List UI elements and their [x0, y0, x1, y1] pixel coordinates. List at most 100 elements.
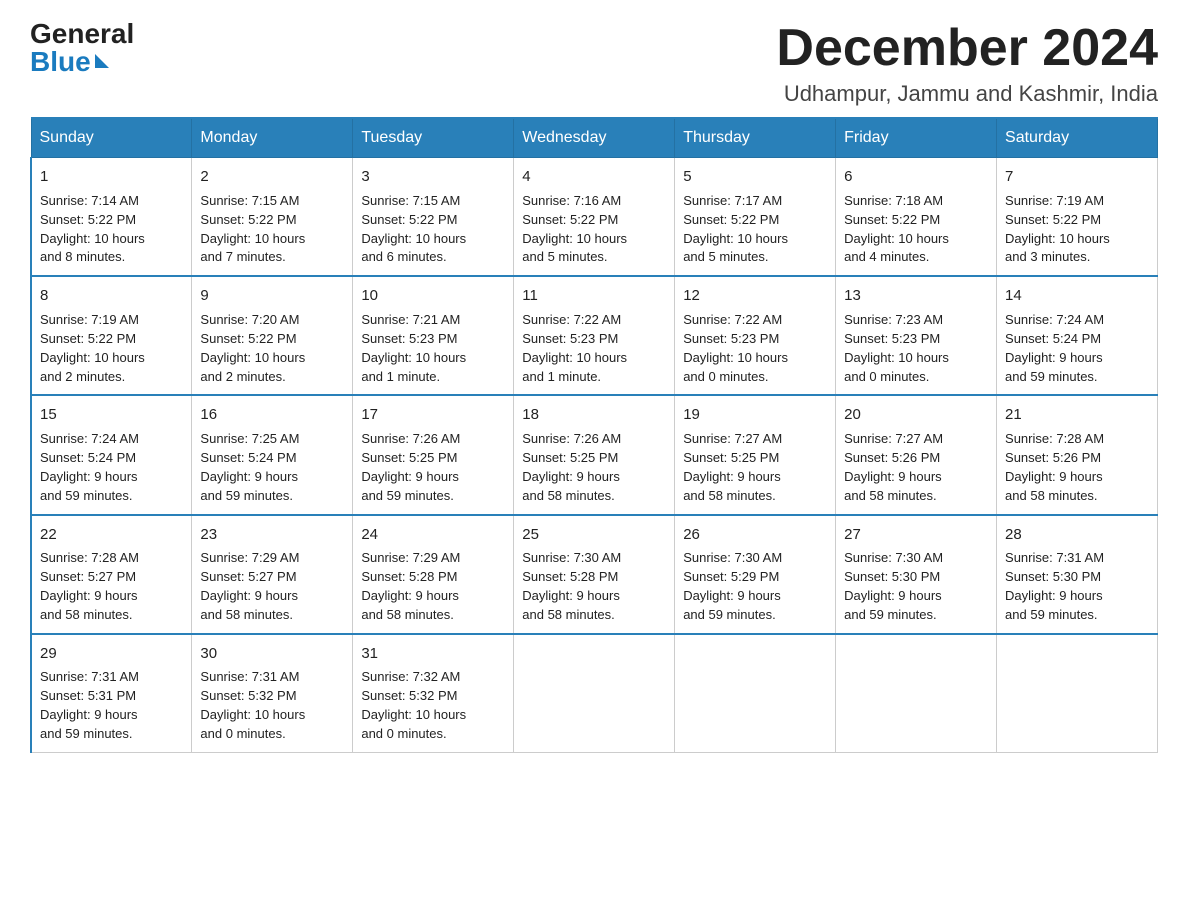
calendar-day-cell: 1 Sunrise: 7:14 AM Sunset: 5:22 PM Daylig… [31, 158, 192, 277]
day-info: Sunrise: 7:29 AM Sunset: 5:28 PM Dayligh… [361, 549, 505, 624]
day-info: Sunrise: 7:32 AM Sunset: 5:32 PM Dayligh… [361, 668, 505, 743]
day-number: 8 [40, 285, 183, 307]
day-number: 5 [683, 166, 827, 188]
calendar-day-cell [675, 634, 836, 753]
day-number: 19 [683, 404, 827, 426]
month-title: December 2024 [776, 20, 1158, 77]
day-number: 18 [522, 404, 666, 426]
day-info: Sunrise: 7:19 AM Sunset: 5:22 PM Dayligh… [40, 311, 183, 386]
calendar-day-cell: 19 Sunrise: 7:27 AM Sunset: 5:25 PM Dayli… [675, 395, 836, 514]
calendar-day-cell: 22Sunrise: 7:28 AM Sunset: 5:27 PM Dayli… [31, 515, 192, 634]
day-number: 11 [522, 285, 666, 307]
day-number: 10 [361, 285, 505, 307]
day-info: Sunrise: 7:26 AM Sunset: 5:25 PM Dayligh… [361, 430, 505, 505]
logo: General Blue [30, 20, 134, 76]
calendar-day-cell: 3Sunrise: 7:15 AM Sunset: 5:22 PM Daylig… [353, 158, 514, 277]
calendar-day-cell: 26 Sunrise: 7:30 AM Sunset: 5:29 PM Dayli… [675, 515, 836, 634]
day-info: Sunrise: 7:19 AM Sunset: 5:22 PM Dayligh… [1005, 192, 1149, 267]
day-number: 9 [200, 285, 344, 307]
calendar-day-cell: 13Sunrise: 7:23 AM Sunset: 5:23 PM Dayli… [836, 276, 997, 395]
day-info: Sunrise: 7:27 AM Sunset: 5:26 PM Dayligh… [844, 430, 988, 505]
calendar-day-cell: 30Sunrise: 7:31 AM Sunset: 5:32 PM Dayli… [192, 634, 353, 753]
day-info: Sunrise: 7:24 AM Sunset: 5:24 PM Dayligh… [1005, 311, 1149, 386]
day-number: 2 [200, 166, 344, 188]
day-info: Sunrise: 7:16 AM Sunset: 5:22 PM Dayligh… [522, 192, 666, 267]
page-header: General Blue December 2024 Udhampur, Jam… [30, 20, 1158, 107]
calendar-day-cell: 8 Sunrise: 7:19 AM Sunset: 5:22 PM Daylig… [31, 276, 192, 395]
day-info: Sunrise: 7:24 AM Sunset: 5:24 PM Dayligh… [40, 430, 183, 505]
day-info: Sunrise: 7:26 AM Sunset: 5:25 PM Dayligh… [522, 430, 666, 505]
calendar-day-cell: 25 Sunrise: 7:30 AM Sunset: 5:28 PM Dayli… [514, 515, 675, 634]
calendar-day-cell: 24 Sunrise: 7:29 AM Sunset: 5:28 PM Dayli… [353, 515, 514, 634]
day-number: 22 [40, 524, 183, 546]
day-number: 29 [40, 643, 183, 665]
weekday-header-friday: Friday [836, 118, 997, 158]
calendar-week-row: 22Sunrise: 7:28 AM Sunset: 5:27 PM Dayli… [31, 515, 1158, 634]
calendar-day-cell: 2 Sunrise: 7:15 AM Sunset: 5:22 PM Daylig… [192, 158, 353, 277]
calendar-day-cell: 23 Sunrise: 7:29 AM Sunset: 5:27 PM Dayli… [192, 515, 353, 634]
calendar-day-cell: 4 Sunrise: 7:16 AM Sunset: 5:22 PM Daylig… [514, 158, 675, 277]
day-number: 14 [1005, 285, 1149, 307]
day-info: Sunrise: 7:25 AM Sunset: 5:24 PM Dayligh… [200, 430, 344, 505]
calendar-week-row: 8 Sunrise: 7:19 AM Sunset: 5:22 PM Daylig… [31, 276, 1158, 395]
day-number: 7 [1005, 166, 1149, 188]
weekday-header-sunday: Sunday [31, 118, 192, 158]
day-info: Sunrise: 7:15 AM Sunset: 5:22 PM Dayligh… [200, 192, 344, 267]
logo-triangle-icon [95, 54, 109, 68]
calendar-day-cell: 21Sunrise: 7:28 AM Sunset: 5:26 PM Dayli… [997, 395, 1158, 514]
title-area: December 2024 Udhampur, Jammu and Kashmi… [776, 20, 1158, 107]
calendar-day-cell: 20 Sunrise: 7:27 AM Sunset: 5:26 PM Dayli… [836, 395, 997, 514]
day-info: Sunrise: 7:15 AM Sunset: 5:22 PM Dayligh… [361, 192, 505, 267]
logo-general-text: General [30, 20, 134, 48]
calendar-day-cell: 14 Sunrise: 7:24 AM Sunset: 5:24 PM Dayli… [997, 276, 1158, 395]
day-number: 4 [522, 166, 666, 188]
calendar-day-cell: 9Sunrise: 7:20 AM Sunset: 5:22 PM Daylig… [192, 276, 353, 395]
day-info: Sunrise: 7:27 AM Sunset: 5:25 PM Dayligh… [683, 430, 827, 505]
weekday-header-wednesday: Wednesday [514, 118, 675, 158]
calendar-day-cell: 18 Sunrise: 7:26 AM Sunset: 5:25 PM Dayli… [514, 395, 675, 514]
day-info: Sunrise: 7:30 AM Sunset: 5:29 PM Dayligh… [683, 549, 827, 624]
day-number: 16 [200, 404, 344, 426]
day-info: Sunrise: 7:30 AM Sunset: 5:30 PM Dayligh… [844, 549, 988, 624]
weekday-header-tuesday: Tuesday [353, 118, 514, 158]
calendar-day-cell: 16 Sunrise: 7:25 AM Sunset: 5:24 PM Dayli… [192, 395, 353, 514]
day-info: Sunrise: 7:23 AM Sunset: 5:23 PM Dayligh… [844, 311, 988, 386]
day-info: Sunrise: 7:22 AM Sunset: 5:23 PM Dayligh… [683, 311, 827, 386]
day-info: Sunrise: 7:17 AM Sunset: 5:22 PM Dayligh… [683, 192, 827, 267]
day-info: Sunrise: 7:30 AM Sunset: 5:28 PM Dayligh… [522, 549, 666, 624]
day-info: Sunrise: 7:21 AM Sunset: 5:23 PM Dayligh… [361, 311, 505, 386]
day-number: 23 [200, 524, 344, 546]
calendar-day-cell: 29 Sunrise: 7:31 AM Sunset: 5:31 PM Dayli… [31, 634, 192, 753]
day-number: 26 [683, 524, 827, 546]
day-info: Sunrise: 7:31 AM Sunset: 5:31 PM Dayligh… [40, 668, 183, 743]
calendar-day-cell: 11 Sunrise: 7:22 AM Sunset: 5:23 PM Dayli… [514, 276, 675, 395]
day-number: 20 [844, 404, 988, 426]
calendar-day-cell: 10 Sunrise: 7:21 AM Sunset: 5:23 PM Dayli… [353, 276, 514, 395]
day-number: 28 [1005, 524, 1149, 546]
weekday-header-row: SundayMondayTuesdayWednesdayThursdayFrid… [31, 118, 1158, 158]
calendar-day-cell: 28Sunrise: 7:31 AM Sunset: 5:30 PM Dayli… [997, 515, 1158, 634]
calendar-day-cell [836, 634, 997, 753]
calendar-day-cell: 27Sunrise: 7:30 AM Sunset: 5:30 PM Dayli… [836, 515, 997, 634]
day-number: 24 [361, 524, 505, 546]
calendar-day-cell: 15Sunrise: 7:24 AM Sunset: 5:24 PM Dayli… [31, 395, 192, 514]
calendar-day-cell: 5 Sunrise: 7:17 AM Sunset: 5:22 PM Daylig… [675, 158, 836, 277]
day-number: 12 [683, 285, 827, 307]
day-info: Sunrise: 7:31 AM Sunset: 5:32 PM Dayligh… [200, 668, 344, 743]
day-info: Sunrise: 7:14 AM Sunset: 5:22 PM Dayligh… [40, 192, 183, 267]
calendar-table: SundayMondayTuesdayWednesdayThursdayFrid… [30, 117, 1158, 753]
day-number: 1 [40, 166, 183, 188]
calendar-day-cell: 7 Sunrise: 7:19 AM Sunset: 5:22 PM Daylig… [997, 158, 1158, 277]
day-info: Sunrise: 7:29 AM Sunset: 5:27 PM Dayligh… [200, 549, 344, 624]
day-number: 25 [522, 524, 666, 546]
day-number: 31 [361, 643, 505, 665]
calendar-week-row: 29 Sunrise: 7:31 AM Sunset: 5:31 PM Dayli… [31, 634, 1158, 753]
day-info: Sunrise: 7:22 AM Sunset: 5:23 PM Dayligh… [522, 311, 666, 386]
logo-blue-text: Blue [30, 48, 109, 76]
day-info: Sunrise: 7:18 AM Sunset: 5:22 PM Dayligh… [844, 192, 988, 267]
calendar-day-cell: 31 Sunrise: 7:32 AM Sunset: 5:32 PM Dayli… [353, 634, 514, 753]
calendar-week-row: 1 Sunrise: 7:14 AM Sunset: 5:22 PM Daylig… [31, 158, 1158, 277]
calendar-day-cell [997, 634, 1158, 753]
location-title: Udhampur, Jammu and Kashmir, India [776, 81, 1158, 107]
calendar-day-cell [514, 634, 675, 753]
